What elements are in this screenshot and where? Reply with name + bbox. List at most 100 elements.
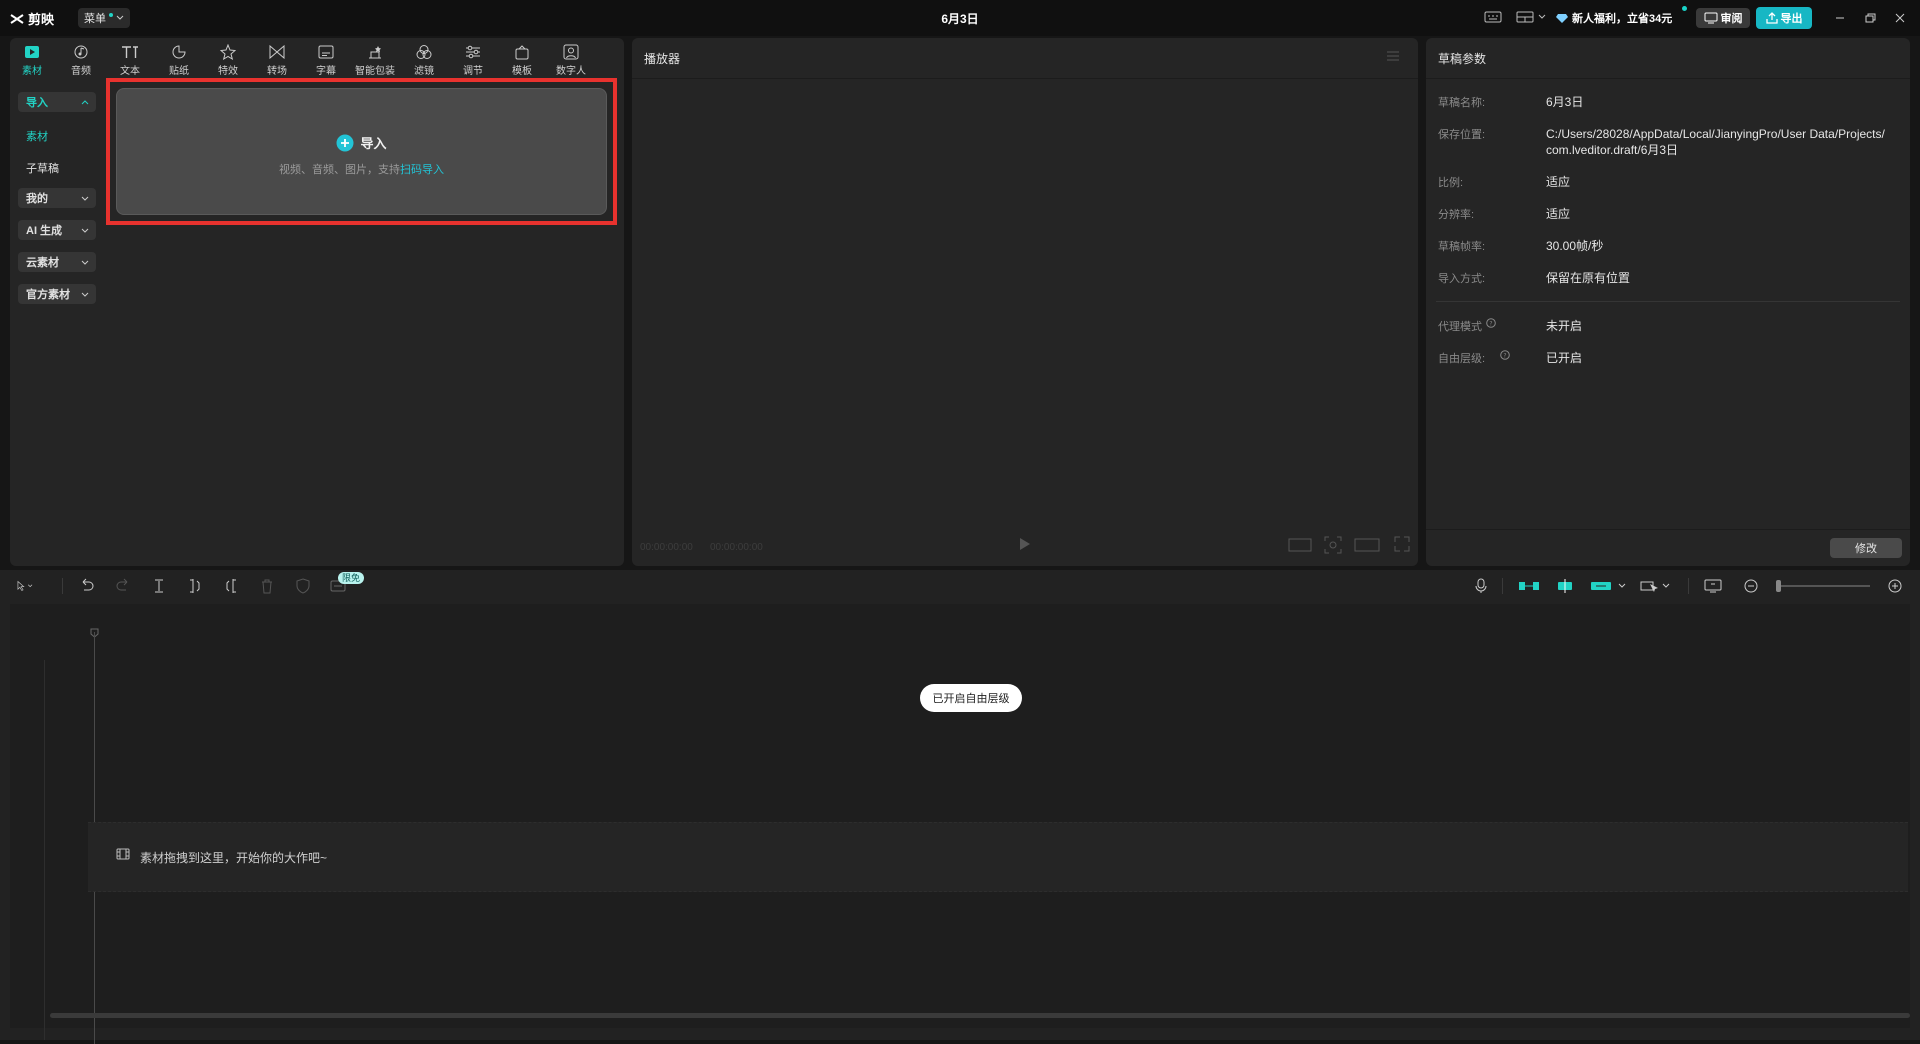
draft-params-panel: 草稿参数 草稿名称: 6月3日 保存位置: C:/Users/28028/App…	[1426, 38, 1910, 566]
undo-icon[interactable]	[78, 578, 96, 594]
zoom-in-icon[interactable]	[1886, 578, 1904, 594]
shield-icon[interactable]	[294, 578, 312, 594]
play-icon[interactable]	[1018, 536, 1032, 552]
player-menu-icon[interactable]	[1386, 50, 1400, 62]
tab-adjust[interactable]: 调节	[451, 40, 495, 80]
sticker-icon	[172, 45, 186, 59]
timeline-tracks-area[interactable]: 已开启自由层级 素材拖拽到这里，开始你的大作吧~	[10, 604, 1910, 1044]
tab-audio[interactable]: 音频	[59, 40, 103, 80]
drop-hint-text: 素材拖拽到这里，开始你的大作吧~	[140, 851, 328, 865]
auto-snap-icon[interactable]	[1554, 578, 1576, 594]
prop-value-proxy: 未开启	[1546, 319, 1583, 333]
tab-label: 滤镜	[414, 66, 434, 77]
tab-transition[interactable]: 转场	[255, 40, 299, 80]
prop-label-framerate: 草稿帧率:	[1438, 241, 1486, 253]
zoom-slider-handle[interactable]	[1776, 580, 1781, 592]
chevron-down-icon	[81, 260, 89, 265]
scan-import-link[interactable]: 扫码导入	[400, 164, 444, 176]
split-icon[interactable]	[150, 578, 168, 594]
layout-icon[interactable]	[1516, 10, 1546, 26]
help-icon[interactable]: ?	[1500, 350, 1510, 360]
zoom-out-icon[interactable]	[1742, 578, 1760, 594]
subtitle-icon	[318, 45, 334, 59]
limited-free-badge: 限免	[338, 572, 365, 584]
microphone-icon[interactable]	[1472, 578, 1490, 594]
trim-right-icon[interactable]	[222, 578, 240, 594]
redo-icon[interactable]	[114, 578, 132, 594]
tab-label: 模板	[512, 66, 532, 77]
main-track-drop-zone[interactable]: 素材拖拽到这里，开始你的大作吧~	[88, 822, 1908, 892]
minimize-icon[interactable]	[1832, 10, 1848, 26]
keyboard-shortcut-icon[interactable]	[1484, 10, 1502, 26]
app-logo: 剪映	[10, 9, 54, 28]
sidebar-item-sub-draft[interactable]: 子草稿	[26, 160, 59, 176]
sidebar-item-import[interactable]: 导入	[18, 92, 96, 112]
chevron-up-icon	[81, 100, 89, 105]
restore-icon[interactable]	[1862, 10, 1878, 26]
delete-icon[interactable]	[258, 578, 276, 594]
toolbar-separator	[62, 578, 63, 594]
linkage-icon[interactable]	[1590, 578, 1630, 594]
fullscreen-icon[interactable]	[1394, 536, 1410, 552]
zoom-slider-track[interactable]	[1778, 585, 1870, 587]
import-subtitle-text: 视频、音频、图片，支持	[279, 164, 400, 176]
prop-label-location: 保存位置:	[1438, 129, 1486, 141]
modify-button[interactable]: 修改	[1830, 538, 1902, 558]
tab-sticker[interactable]: 贴纸	[157, 40, 201, 80]
menu-button[interactable]: 菜单	[78, 8, 130, 28]
timeline-preview-icon[interactable]	[1704, 578, 1722, 594]
props-divider	[1436, 301, 1900, 302]
toolbar-separator	[1688, 578, 1689, 594]
preview-axis-icon[interactable]	[1640, 578, 1674, 594]
select-tool-icon[interactable]	[16, 578, 34, 594]
tab-digital-human[interactable]: 数字人	[549, 40, 593, 80]
player-panel: 播放器 00:00:00:00 00:00:00:00	[632, 38, 1418, 566]
plus-circle-icon	[336, 134, 354, 151]
export-label: 导出	[1780, 13, 1803, 25]
chevron-down-icon	[81, 228, 89, 233]
tab-label: 字幕	[316, 66, 336, 77]
tab-media[interactable]: 素材	[10, 40, 54, 80]
tab-subtitle[interactable]: 字幕	[304, 40, 348, 80]
help-icon[interactable]: ?	[1486, 318, 1496, 328]
tab-label: 贴纸	[169, 66, 189, 77]
prop-value-free-layer: 已开启	[1546, 351, 1583, 365]
sidebar-item-official[interactable]: 官方素材	[18, 284, 96, 304]
sidebar-item-ai-gen[interactable]: AI 生成	[18, 220, 96, 240]
prop-value-import-mode: 保留在原有位置	[1546, 271, 1631, 285]
tab-filter[interactable]: 滤镜	[402, 40, 446, 80]
promo-banner[interactable]: 新人福利，立省34元	[1556, 6, 1687, 28]
sidebar-item-label: 官方素材	[26, 289, 70, 301]
tab-label: 智能包装	[355, 66, 395, 77]
horizontal-scrollbar[interactable]	[50, 1013, 1910, 1018]
timeline-toolbar: 限免	[0, 570, 1920, 602]
player-header-divider	[632, 78, 1418, 79]
import-card[interactable]: 导入 视频、音频、图片，支持扫码导入	[116, 88, 607, 215]
capcut-logo-icon	[10, 13, 24, 24]
sidebar-item-mine[interactable]: 我的	[18, 188, 96, 208]
review-button[interactable]: 审阅	[1696, 8, 1750, 28]
prop-value-name: 6月3日	[1546, 95, 1584, 109]
trim-left-icon[interactable]	[186, 578, 204, 594]
tab-text[interactable]: 文本	[108, 40, 152, 80]
tab-effects[interactable]: 特效	[206, 40, 250, 80]
preview-quality-icon[interactable]	[1354, 538, 1380, 552]
fit-view-icon[interactable]	[1324, 536, 1342, 554]
main-track-magnet-icon[interactable]	[1518, 578, 1540, 594]
aspect-ratio-icon[interactable]	[1288, 538, 1312, 552]
sidebar-item-cloud[interactable]: 云素材	[18, 252, 96, 272]
sidebar-item-material[interactable]: 素材	[26, 128, 48, 144]
promo-dot	[1682, 6, 1687, 11]
prop-value-ratio: 适应	[1546, 175, 1571, 189]
import-action[interactable]: 导入	[117, 133, 606, 152]
export-button[interactable]: 导出	[1756, 7, 1812, 29]
prop-label-resolution: 分辨率:	[1438, 209, 1475, 221]
tab-smart-pack[interactable]: 智能包装	[353, 40, 397, 80]
props-header-divider	[1426, 78, 1910, 79]
tab-template[interactable]: 模板	[500, 40, 544, 80]
close-icon[interactable]	[1892, 10, 1908, 26]
menu-new-dot	[109, 13, 113, 17]
tab-label: 文本	[120, 66, 140, 77]
prop-label-ratio: 比例:	[1438, 177, 1464, 189]
timeline: 限免 已开启自由层级 素材拖拽到这里，开始你的大作吧~	[0, 570, 1920, 1044]
